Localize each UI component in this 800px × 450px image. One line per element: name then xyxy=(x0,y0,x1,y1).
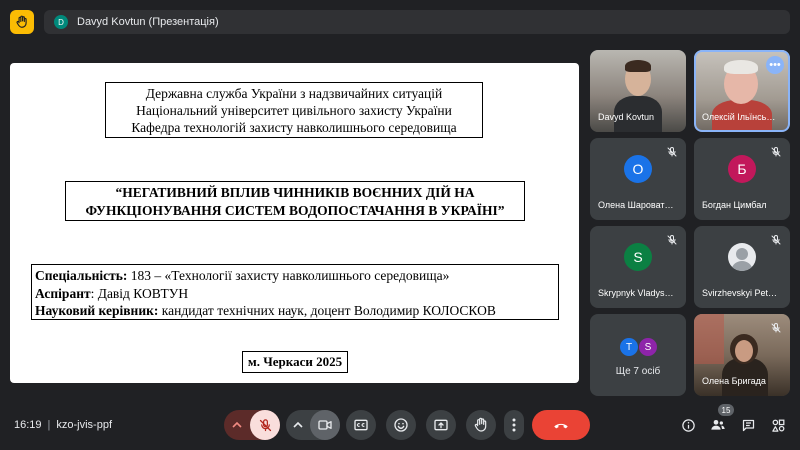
specialty-row: Спеціальність: 183 – «Технології захисту… xyxy=(35,267,558,285)
title-line: ФУНКЦІОНУВАННЯ СИСТЕМ ВОДОПОСТАЧАННЯ В У… xyxy=(85,203,505,218)
participant-mini-avatar: S xyxy=(639,338,657,356)
camera-control xyxy=(286,410,340,440)
activities-button[interactable] xyxy=(770,417,786,433)
more-vert-icon xyxy=(512,418,516,432)
city-year-box: м. Черкаси 2025 xyxy=(242,351,348,373)
participant-tile[interactable]: Svirzhevskyi Pet… xyxy=(694,226,790,308)
mic-off-icon xyxy=(259,418,271,431)
participant-tile[interactable]: О Олена Шароват… xyxy=(590,138,686,220)
chat-button[interactable] xyxy=(740,417,756,433)
title-line: “НЕГАТИВНИЙ ВПЛИВ ЧИННИКІВ ВОЄННИХ ДІЙ Н… xyxy=(115,185,475,200)
background-object xyxy=(694,314,724,364)
presenter-avatar: D xyxy=(54,15,68,29)
aspirant-value: : Давід КОВТУН xyxy=(90,285,189,301)
more-participants-tile[interactable]: T S Ще 7 осіб xyxy=(590,314,686,396)
info-icon xyxy=(681,418,695,432)
participant-tile[interactable]: Б Богдан Цимбал xyxy=(694,138,790,220)
clock-time: 16:19 xyxy=(14,419,42,431)
camera-options-button[interactable] xyxy=(286,420,310,430)
microphone-control xyxy=(224,410,280,440)
title-box: “НЕГАТИВНИЙ ВПЛИВ ЧИННИКІВ ВОЄННИХ ДІЙ Н… xyxy=(65,181,525,221)
person-hair xyxy=(625,60,651,72)
present-screen-button[interactable] xyxy=(426,410,456,440)
mic-off-icon xyxy=(667,146,677,157)
participant-name: Skrypnyk Vladys… xyxy=(598,288,674,298)
org-line: Національний університет цивільного захи… xyxy=(136,103,452,118)
emoji-icon xyxy=(394,418,408,432)
person-icon xyxy=(731,248,753,272)
chevron-up-icon xyxy=(293,421,303,428)
person-head xyxy=(735,340,753,362)
people-count-badge: 15 xyxy=(718,404,734,416)
present-to-all-icon xyxy=(434,419,448,431)
videocam-icon xyxy=(318,420,332,430)
mic-options-button[interactable] xyxy=(224,420,250,430)
mic-off-icon xyxy=(771,322,781,333)
people-button[interactable] xyxy=(710,417,726,433)
leave-call-button[interactable] xyxy=(532,410,590,440)
supervisor-label: Науковий керівник: xyxy=(35,303,159,318)
author-info-box: Спеціальність: 183 – «Технології захисту… xyxy=(31,264,559,320)
chat-icon xyxy=(742,419,754,431)
specialty-value: 183 – «Технології захисту навколишнього … xyxy=(127,268,450,283)
participant-avatar: Б xyxy=(728,155,756,184)
org-line: Державна служба України з надзвичайних с… xyxy=(145,86,443,101)
organization-box: Державна служба України з надзвичайних с… xyxy=(105,82,483,138)
raise-hand-button[interactable] xyxy=(466,410,496,440)
meeting-code[interactable]: kzo-jvis-ppf xyxy=(56,419,112,431)
participant-tile[interactable]: S Skrypnyk Vladys… xyxy=(590,226,686,308)
meeting-details-button[interactable] xyxy=(680,417,696,433)
more-options-button[interactable] xyxy=(504,410,524,440)
participant-name: Svirzhevskyi Pet… xyxy=(702,288,778,298)
participant-tile-active[interactable]: ••• Олексій Ільїнсь… xyxy=(694,50,790,132)
participant-avatar: S xyxy=(624,243,652,272)
mic-off-icon xyxy=(667,234,677,245)
specialty-label: Спеціальність: xyxy=(35,268,128,283)
raise-hand-indicator[interactable] xyxy=(10,10,34,34)
hand-icon xyxy=(16,15,27,28)
participant-name: Олена Бригада xyxy=(702,376,766,386)
closed-captions-icon xyxy=(354,419,368,431)
participant-photo-avatar xyxy=(728,243,756,272)
presenter-label: Davyd Kovtun (Презентація) xyxy=(77,16,219,28)
mic-toggle-button[interactable] xyxy=(250,410,280,440)
shapes-icon xyxy=(771,419,784,432)
presenter-banner: D Davyd Kovtun (Презентація) xyxy=(44,10,790,34)
participant-tile[interactable]: Олена Бригада xyxy=(694,314,790,396)
reactions-button[interactable] xyxy=(386,410,416,440)
participant-mini-avatar: T xyxy=(620,338,638,356)
participant-name: Davyd Kovtun xyxy=(598,112,655,122)
hand-icon xyxy=(474,417,487,432)
supervisor-row: Науковий керівник: кандидат технічних на… xyxy=(35,302,558,320)
participant-name: Олена Шароват… xyxy=(598,200,674,210)
presentation-slide: Державна служба України з надзвичайних с… xyxy=(10,63,579,383)
more-options-icon[interactable]: ••• xyxy=(766,56,784,74)
meeting-info: 16:19 | kzo-jvis-ppf xyxy=(14,419,112,431)
divider: | xyxy=(47,419,51,431)
participant-avatar: О xyxy=(624,155,652,184)
participant-name: Богдан Цимбал xyxy=(702,200,767,210)
aspirant-row: Аспірант: Давід КОВТУН xyxy=(35,285,558,303)
mic-off-icon xyxy=(771,146,781,157)
captions-button[interactable] xyxy=(346,410,376,440)
mic-off-icon xyxy=(771,234,781,245)
org-line: Кафедра технологій захисту навколишнього… xyxy=(131,120,457,135)
participant-name: Олексій Ільїнсь… xyxy=(702,112,776,122)
chevron-up-icon xyxy=(232,421,242,428)
participant-tile[interactable]: Davyd Kovtun xyxy=(590,50,686,132)
supervisor-value: кандидат технічних наук, доцент Володими… xyxy=(158,303,496,318)
camera-toggle-button[interactable] xyxy=(310,410,340,440)
call-end-icon xyxy=(554,423,568,429)
aspirant-label: Аспірант xyxy=(35,285,91,301)
people-icon xyxy=(711,420,725,430)
more-participants-label: Ще 7 осіб xyxy=(615,366,661,377)
